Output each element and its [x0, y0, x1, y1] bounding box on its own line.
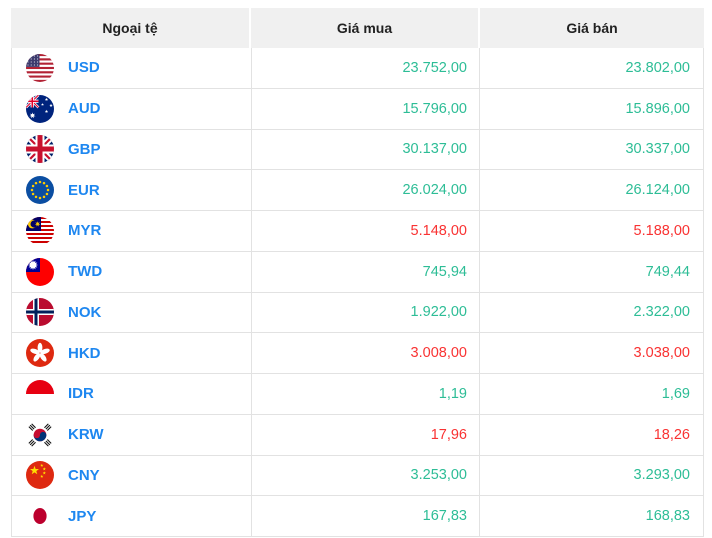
buy-price-value: 17,96: [251, 415, 479, 455]
exchange-rates-table: Ngoại tệ Giá mua Giá bán USD 23.752,00 2…: [11, 8, 704, 537]
currency-cell: TWD: [12, 252, 251, 292]
currency-cell: GBP: [12, 130, 251, 170]
currency-code-link[interactable]: EUR: [68, 182, 100, 199]
currency-code-link[interactable]: JPY: [68, 508, 96, 525]
currency-code-link[interactable]: GBP: [68, 141, 101, 158]
currency-code-link[interactable]: USD: [68, 59, 100, 76]
sell-price-value: 3.293,00: [479, 456, 703, 496]
buy-price-value: 26.024,00: [251, 170, 479, 210]
us-flag-icon: [26, 54, 54, 82]
header-sell-price: Giá bán: [480, 8, 704, 48]
buy-price-value: 15.796,00: [251, 89, 479, 129]
table-row: MYR 5.148,00 5.188,00: [12, 211, 703, 252]
buy-price-value: 167,83: [251, 496, 479, 536]
tw-flag-icon: [26, 258, 54, 286]
currency-code-link[interactable]: NOK: [68, 304, 101, 321]
table-row: AUD 15.796,00 15.896,00: [12, 89, 703, 130]
buy-price-value: 23.752,00: [251, 48, 479, 88]
sell-price-value: 1,69: [479, 374, 703, 414]
table-row: USD 23.752,00 23.802,00: [12, 48, 703, 89]
sell-price-value: 168,83: [479, 496, 703, 536]
sell-price-value: 18,26: [479, 415, 703, 455]
sell-price-value: 30.337,00: [479, 130, 703, 170]
table-row: EUR 26.024,00 26.124,00: [12, 170, 703, 211]
gb-flag-icon: [26, 135, 54, 163]
currency-code-link[interactable]: AUD: [68, 100, 101, 117]
currency-code-link[interactable]: TWD: [68, 263, 102, 280]
currency-cell: USD: [12, 48, 251, 88]
table-row: NOK 1.922,00 2.322,00: [12, 293, 703, 334]
currency-code-link[interactable]: HKD: [68, 345, 101, 362]
sell-price-value: 749,44: [479, 252, 703, 292]
sell-price-value: 5.188,00: [479, 211, 703, 251]
buy-price-value: 1.922,00: [251, 293, 479, 333]
table-row: JPY 167,83 168,83: [12, 496, 703, 537]
currency-code-link[interactable]: CNY: [68, 467, 100, 484]
buy-price-value: 3.008,00: [251, 333, 479, 373]
buy-price-value: 30.137,00: [251, 130, 479, 170]
buy-price-value: 745,94: [251, 252, 479, 292]
sell-price-value: 23.802,00: [479, 48, 703, 88]
header-buy-price: Giá mua: [251, 8, 478, 48]
id-flag-icon: [26, 380, 54, 408]
sell-price-value: 15.896,00: [479, 89, 703, 129]
sell-price-value: 2.322,00: [479, 293, 703, 333]
currency-code-link[interactable]: IDR: [68, 385, 94, 402]
table-row: KRW 17,96 18,26: [12, 415, 703, 456]
my-flag-icon: [26, 217, 54, 245]
kr-flag-icon: [26, 421, 54, 449]
currency-code-link[interactable]: KRW: [68, 426, 104, 443]
currency-cell: NOK: [12, 293, 251, 333]
buy-price-value: 5.148,00: [251, 211, 479, 251]
no-flag-icon: [26, 298, 54, 326]
au-flag-icon: [26, 95, 54, 123]
table-row: IDR 1,19 1,69: [12, 374, 703, 415]
currency-code-link[interactable]: MYR: [68, 222, 101, 239]
currency-cell: AUD: [12, 89, 251, 129]
table-row: CNY 3.253,00 3.293,00: [12, 456, 703, 497]
currency-cell: HKD: [12, 333, 251, 373]
currency-cell: CNY: [12, 456, 251, 496]
header-currency: Ngoại tệ: [11, 8, 249, 48]
currency-cell: IDR: [12, 374, 251, 414]
sell-price-value: 3.038,00: [479, 333, 703, 373]
buy-price-value: 1,19: [251, 374, 479, 414]
jp-flag-icon: [26, 502, 54, 530]
sell-price-value: 26.124,00: [479, 170, 703, 210]
table-row: TWD 745,94 749,44: [12, 252, 703, 293]
cn-flag-icon: [26, 461, 54, 489]
hk-flag-icon: [26, 339, 54, 367]
currency-cell: MYR: [12, 211, 251, 251]
eu-flag-icon: [26, 176, 54, 204]
currency-cell: JPY: [12, 496, 251, 536]
currency-cell: EUR: [12, 170, 251, 210]
table-header: Ngoại tệ Giá mua Giá bán: [11, 8, 704, 48]
buy-price-value: 3.253,00: [251, 456, 479, 496]
currency-cell: KRW: [12, 415, 251, 455]
table-row: GBP 30.137,00 30.337,00: [12, 130, 703, 171]
table-body: USD 23.752,00 23.802,00 AUD 15.796,00 15…: [11, 48, 704, 537]
table-row: HKD 3.008,00 3.038,00: [12, 333, 703, 374]
